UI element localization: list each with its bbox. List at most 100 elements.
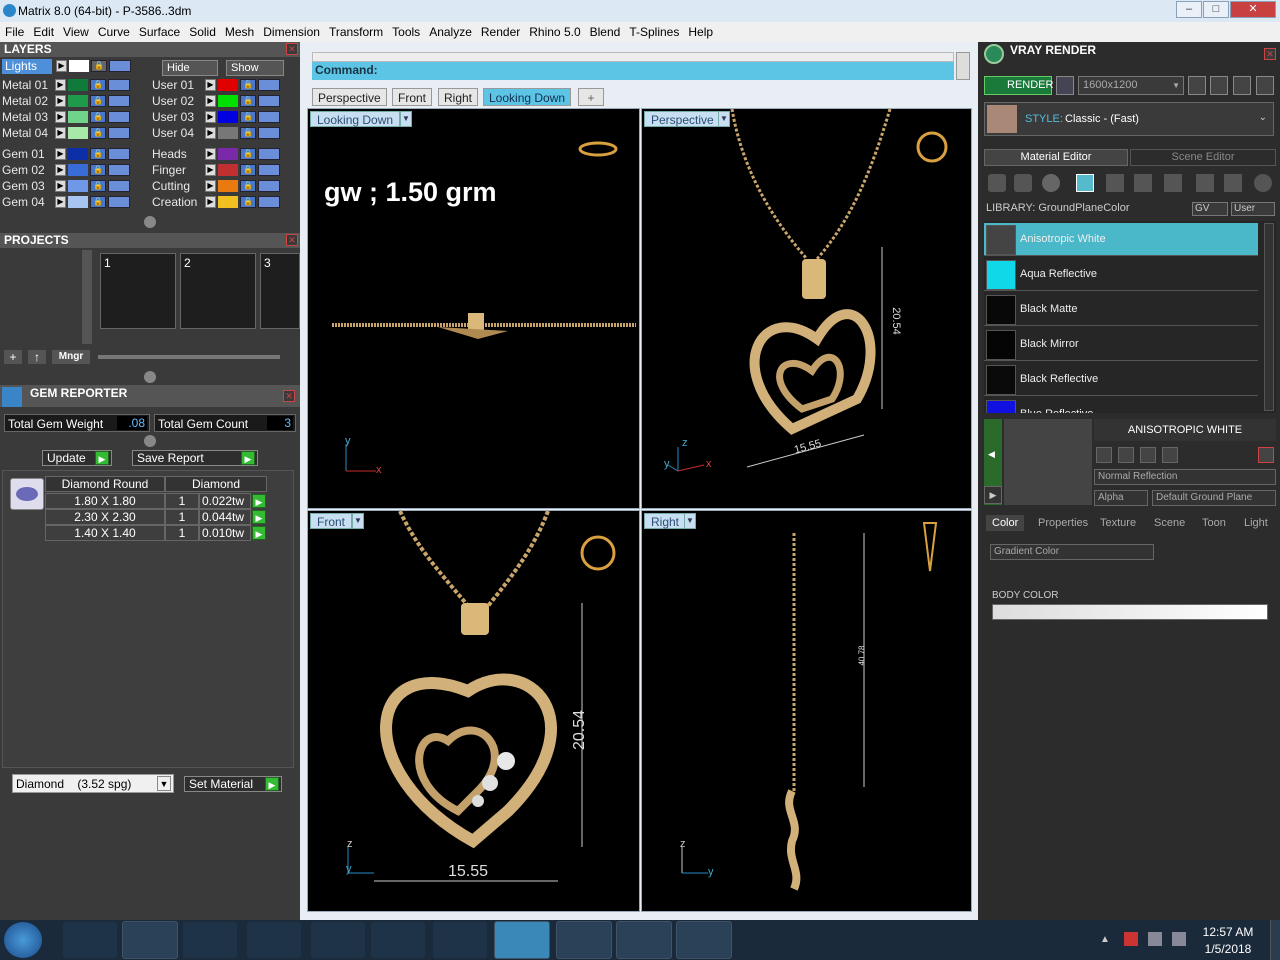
menu-analyze[interactable]: Analyze bbox=[424, 22, 476, 39]
project-slot-3[interactable]: 3 bbox=[260, 253, 300, 329]
lock-icon[interactable]: 🔒 bbox=[90, 164, 106, 176]
lock-icon[interactable]: 🔒 bbox=[240, 164, 256, 176]
layer-arrow-icon[interactable]: ▶ bbox=[205, 111, 216, 123]
list-icon[interactable] bbox=[1233, 76, 1251, 95]
paint-icon[interactable] bbox=[676, 921, 732, 959]
menu-surface[interactable]: Surface bbox=[134, 22, 184, 39]
sphere-icon[interactable] bbox=[1042, 174, 1060, 192]
tab-right[interactable]: Right bbox=[438, 88, 479, 106]
layer-color-swatch[interactable] bbox=[218, 180, 238, 192]
layer-arrow-icon[interactable]: ▶ bbox=[55, 127, 66, 139]
material-item[interactable]: Black Reflective bbox=[984, 363, 1258, 396]
menu-rhino[interactable]: Rhino 5.0 bbox=[524, 22, 584, 39]
layer-color-swatch[interactable] bbox=[68, 127, 88, 139]
layer-arrow-icon[interactable]: ▶ bbox=[55, 79, 66, 91]
checker-icon[interactable] bbox=[1164, 174, 1182, 192]
gradient-select[interactable]: Gradient Color bbox=[990, 544, 1154, 560]
layer-color-swatch[interactable] bbox=[68, 111, 88, 123]
style-select[interactable]: STYLE: Classic - (Fast) ⌄ bbox=[984, 102, 1274, 136]
tray-network-icon[interactable] bbox=[1148, 932, 1162, 946]
viewport-right[interactable]: Right ▼ 40.78 z y bbox=[641, 510, 972, 912]
layer-arrow-icon[interactable]: ▶ bbox=[55, 111, 66, 123]
projects-slider[interactable] bbox=[98, 355, 280, 359]
tray-volume-icon[interactable] bbox=[1172, 932, 1186, 946]
layer-color-swatch[interactable] bbox=[218, 95, 238, 107]
layer-color-swatch[interactable] bbox=[68, 79, 88, 91]
chevron-down-icon[interactable]: ⌄ bbox=[1259, 112, 1267, 123]
layer-visibility-toggle[interactable] bbox=[108, 95, 130, 107]
lock-icon[interactable]: 🔒 bbox=[240, 196, 256, 208]
project-slot-2[interactable]: 2 bbox=[180, 253, 256, 329]
layer-arrow-icon[interactable]: ▶ bbox=[205, 127, 216, 139]
material-item[interactable]: Aqua Reflective bbox=[984, 258, 1258, 291]
viewport-looking-down[interactable]: Looking Down ▼ gw ; 1.50 grm y x bbox=[307, 108, 640, 509]
body-color-gradient[interactable] bbox=[992, 604, 1268, 620]
lock-icon[interactable]: 🔒 bbox=[90, 127, 106, 139]
lock-icon[interactable]: 🔒 bbox=[240, 79, 256, 91]
tab-looking-down[interactable]: Looking Down bbox=[483, 88, 572, 106]
firefox-icon[interactable] bbox=[246, 921, 302, 959]
lights-lock-icon[interactable]: 🔒 bbox=[91, 60, 107, 72]
tab-perspective[interactable]: Perspective bbox=[312, 88, 387, 106]
collapse-icon-2[interactable] bbox=[144, 371, 156, 383]
lights-color[interactable] bbox=[69, 60, 89, 72]
tab-color[interactable]: Color bbox=[986, 515, 1025, 531]
command-line[interactable]: Command: bbox=[312, 62, 954, 80]
chevron-left-icon[interactable]: ◀ bbox=[988, 449, 995, 460]
lock-icon[interactable]: 🔒 bbox=[240, 180, 256, 192]
layer-color-swatch[interactable] bbox=[68, 164, 88, 176]
lights-toggle[interactable] bbox=[109, 60, 131, 72]
layer-visibility-toggle[interactable] bbox=[108, 79, 130, 91]
update-go-icon[interactable]: ▶ bbox=[95, 451, 109, 465]
tab-scene-editor[interactable]: Scene Editor bbox=[1130, 149, 1276, 166]
flat-material-icon[interactable] bbox=[1076, 174, 1094, 192]
user-toggle[interactable]: User bbox=[1231, 202, 1275, 216]
start-icon[interactable] bbox=[4, 922, 42, 958]
refresh-icon[interactable] bbox=[1258, 447, 1274, 463]
layer-color-swatch[interactable] bbox=[218, 111, 238, 123]
monitor-icon[interactable] bbox=[370, 921, 426, 959]
minimize-button[interactable]: – bbox=[1176, 1, 1202, 18]
tab-properties[interactable]: Properties bbox=[1034, 515, 1092, 531]
gem-icon[interactable] bbox=[1014, 174, 1032, 192]
project-add-button[interactable]: + bbox=[4, 350, 22, 364]
lights-arrow[interactable]: ▶ bbox=[56, 60, 67, 72]
set-material-go-icon[interactable]: ▶ bbox=[265, 777, 279, 791]
material-item[interactable]: Black Mirror bbox=[984, 328, 1258, 361]
viewport-perspective[interactable]: Perspective ▼ 20.54 15.55 z x y bbox=[641, 108, 972, 509]
export-icon[interactable] bbox=[1224, 174, 1242, 192]
layer-arrow-icon[interactable]: ▶ bbox=[205, 196, 216, 208]
lights-label[interactable]: Lights bbox=[2, 59, 52, 74]
copy-icon[interactable] bbox=[1118, 447, 1134, 463]
alpha-field[interactable]: Alpha bbox=[1094, 490, 1148, 506]
layer-visibility-toggle[interactable] bbox=[108, 180, 130, 192]
menu-blend[interactable]: Blend bbox=[585, 22, 625, 39]
show-desktop-button[interactable] bbox=[1270, 920, 1280, 960]
menu-edit[interactable]: Edit bbox=[28, 22, 58, 39]
add-tab-button[interactable]: + bbox=[578, 88, 604, 106]
gem-row-go-icon[interactable]: ▶ bbox=[252, 494, 266, 508]
layer-visibility-toggle[interactable] bbox=[108, 111, 130, 123]
project-slot-1[interactable]: 1 bbox=[100, 253, 176, 329]
apply-icon[interactable] bbox=[1162, 447, 1178, 463]
menu-solid[interactable]: Solid bbox=[184, 22, 220, 39]
maximize-button[interactable]: □ bbox=[1203, 1, 1229, 18]
tab-toon[interactable]: Toon bbox=[1198, 515, 1230, 531]
projects-close-button[interactable]: ✕ bbox=[286, 234, 298, 246]
layer-color-swatch[interactable] bbox=[218, 127, 238, 139]
clock-time[interactable]: 12:57 AM bbox=[1198, 925, 1258, 939]
layer-color-swatch[interactable] bbox=[68, 95, 88, 107]
gem-row-go-icon[interactable]: ▶ bbox=[252, 526, 266, 540]
layer-arrow-icon[interactable]: ▶ bbox=[55, 148, 66, 160]
lock-icon[interactable]: 🔒 bbox=[90, 79, 106, 91]
tab-texture[interactable]: Texture bbox=[1096, 515, 1140, 531]
save-icon[interactable] bbox=[1096, 447, 1112, 463]
layer-arrow-icon[interactable]: ▶ bbox=[205, 180, 216, 192]
menu-render[interactable]: Render bbox=[476, 22, 524, 39]
ring-app-2-icon[interactable] bbox=[432, 921, 488, 959]
lock-icon[interactable]: 🔒 bbox=[240, 95, 256, 107]
mngr-button[interactable]: Mngr bbox=[52, 350, 90, 364]
layer-arrow-icon[interactable]: ▶ bbox=[55, 95, 66, 107]
command-scroll[interactable] bbox=[956, 52, 970, 80]
camera-icon[interactable] bbox=[1056, 76, 1074, 95]
